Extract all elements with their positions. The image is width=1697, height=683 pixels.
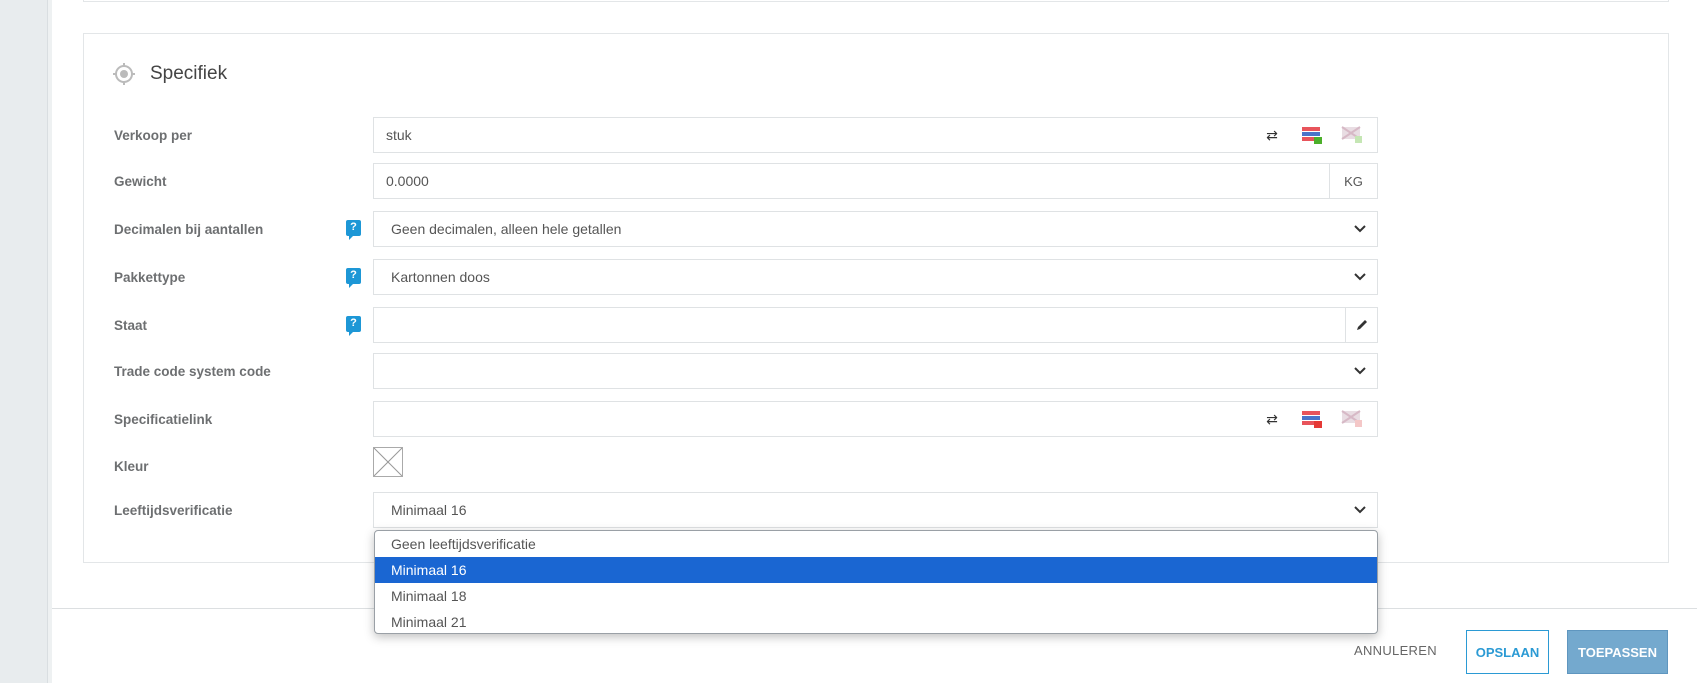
verkoop-per-field[interactable]: stuk ⇄ — [373, 117, 1378, 153]
flag-translate-icon[interactable] — [1301, 125, 1323, 145]
pakkettype-value: Kartonnen doos — [391, 269, 490, 285]
specificatielink-label: Specificatielink — [114, 412, 213, 427]
pakkettype-label: Pakkettype — [114, 270, 186, 285]
color-picker-swatch[interactable] — [373, 447, 403, 477]
pakkettype-select[interactable]: Kartonnen doos — [373, 259, 1378, 295]
verkoop-per-label: Verkoop per — [114, 128, 193, 143]
leeftijd-label: Leeftijdsverificatie — [114, 503, 233, 518]
gewicht-value: 0.0000 — [386, 173, 429, 189]
dropdown-option[interactable]: Geen leeftijdsverificatie — [375, 531, 1377, 557]
previous-card — [83, 0, 1669, 2]
leeftijd-value: Minimaal 16 — [391, 502, 467, 518]
staat-help-icon[interactable]: ? — [346, 316, 361, 336]
staat-field[interactable] — [373, 307, 1378, 343]
gewicht-label: Gewicht — [114, 174, 167, 189]
leeftijd-select[interactable]: Minimaal 16 — [373, 492, 1378, 528]
cancel-button[interactable]: ANNULEREN — [1354, 643, 1437, 658]
pakkettype-help-icon[interactable]: ? — [346, 268, 361, 288]
flag-uk-icon[interactable] — [1341, 125, 1363, 145]
target-icon — [113, 63, 135, 85]
swap-icon[interactable]: ⇄ — [1261, 127, 1283, 144]
apply-button[interactable]: TOEPASSEN — [1567, 630, 1668, 674]
section-header: Specifiek — [112, 62, 227, 86]
leeftijd-dropdown-list: Geen leeftijdsverificatie Minimaal 16 Mi… — [374, 530, 1378, 634]
gewicht-unit: KG — [1329, 164, 1377, 198]
specifiek-card — [83, 33, 1669, 563]
save-button[interactable]: OPSLAAN — [1466, 630, 1549, 674]
chevron-down-icon — [1343, 367, 1377, 375]
decimalen-select[interactable]: Geen decimalen, alleen hele getallen — [373, 211, 1378, 247]
gewicht-field[interactable]: 0.0000 KG — [373, 163, 1378, 199]
flag-translate-icon[interactable] — [1301, 409, 1323, 429]
swap-icon[interactable]: ⇄ — [1261, 411, 1283, 428]
chevron-down-icon — [1343, 225, 1377, 233]
decimalen-help-icon[interactable]: ? — [346, 220, 361, 240]
section-title: Specifiek — [150, 63, 228, 84]
verkoop-per-value: stuk — [386, 127, 412, 143]
pencil-icon[interactable] — [1345, 308, 1377, 342]
trade-code-label: Trade code system code — [114, 364, 271, 379]
decimalen-value: Geen decimalen, alleen hele getallen — [391, 221, 622, 237]
dropdown-option-selected[interactable]: Minimaal 16 — [375, 557, 1377, 583]
staat-label: Staat — [114, 318, 148, 333]
dropdown-option[interactable]: Minimaal 18 — [375, 583, 1377, 609]
specificatielink-field[interactable]: ⇄ — [373, 401, 1378, 437]
chevron-down-icon — [1343, 273, 1377, 281]
trade-code-select[interactable] — [373, 353, 1378, 389]
left-rail — [0, 0, 48, 683]
chevron-down-icon — [1343, 506, 1377, 514]
kleur-label: Kleur — [114, 459, 149, 474]
flag-uk-icon[interactable] — [1341, 409, 1363, 429]
decimalen-label: Decimalen bij aantallen — [114, 222, 264, 237]
dropdown-option[interactable]: Minimaal 21 — [375, 609, 1377, 633]
